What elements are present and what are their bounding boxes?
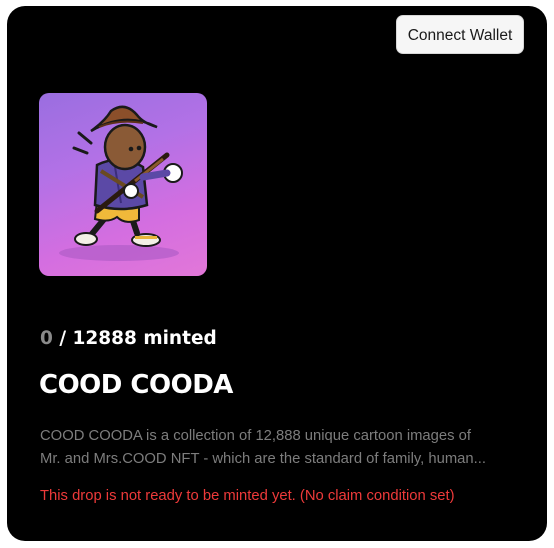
collection-title: COOD COODA: [39, 370, 233, 400]
drop-card: Connect Wallet 0 / 12888 minted COOD COO…: [7, 6, 547, 541]
minted-count: 0: [40, 328, 53, 349]
mint-status-message: This drop is not ready to be minted yet.…: [40, 488, 455, 504]
minted-counter: 0 / 12888 minted: [40, 328, 217, 349]
minted-total: / 12888 minted: [52, 328, 217, 349]
collection-description: COOD COODA is a collection of 12,888 uni…: [40, 428, 486, 467]
connect-wallet-button[interactable]: Connect Wallet: [396, 15, 524, 54]
cartoon-character-icon: [59, 105, 183, 261]
nft-image: [39, 93, 207, 276]
